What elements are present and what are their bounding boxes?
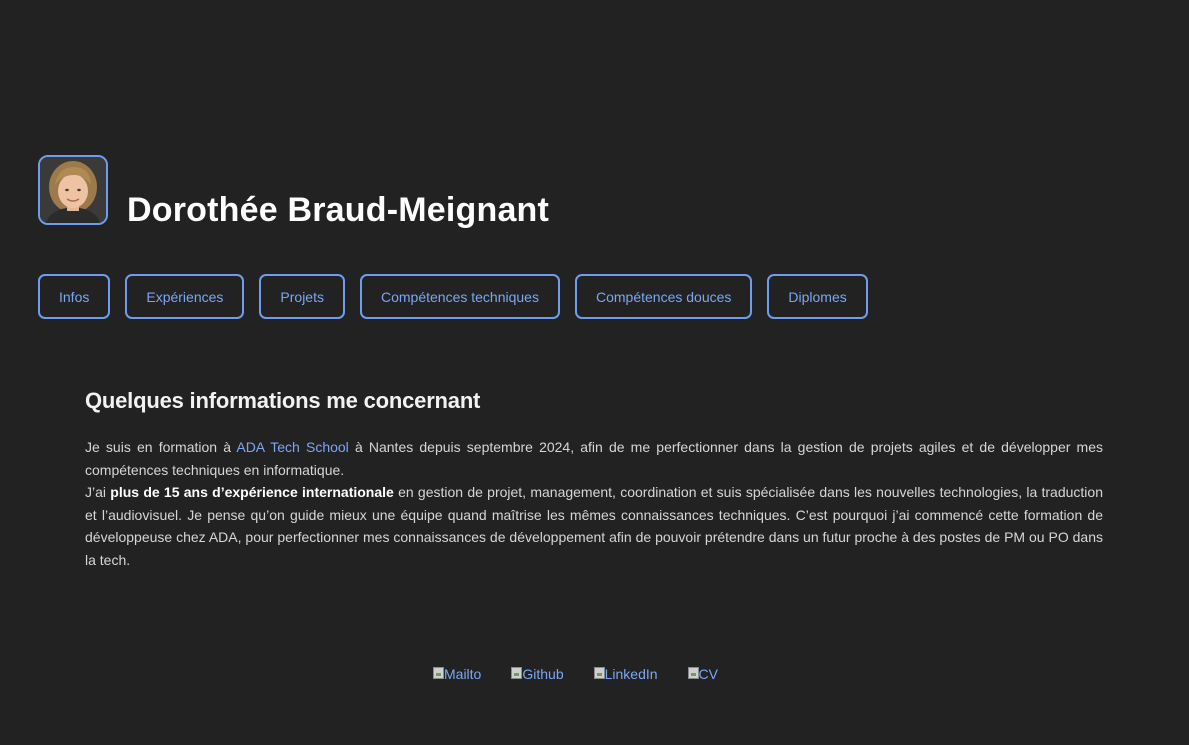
about-text: J’ai (85, 484, 111, 501)
nav-button-infos[interactable]: Infos (38, 274, 111, 319)
section-nav: Infos Expériences Projets Compétences te… (38, 274, 868, 319)
mailto-alt-text: Mailto (444, 666, 482, 682)
avatar (38, 155, 108, 225)
nav-button-competences-techniques[interactable]: Compétences techniques (359, 274, 560, 319)
contact-links: Mailto Github LinkedIn CV (433, 666, 718, 682)
section-title: Quelques informations me concernant (85, 388, 481, 413)
github-link[interactable]: Github (511, 666, 564, 682)
github-alt-text: Github (522, 666, 564, 682)
broken-image-icon (433, 667, 444, 679)
cv-link[interactable]: CV (687, 666, 718, 682)
ada-tech-school-link[interactable]: ADA Tech School (236, 439, 348, 455)
profile-photo (40, 157, 106, 223)
nav-button-experiences[interactable]: Expériences (125, 274, 245, 319)
broken-image-icon (511, 667, 523, 679)
nav-button-projets[interactable]: Projets (259, 274, 345, 319)
about-paragraph-2: J’ai plus de 15 ans d’expérience interna… (85, 481, 1103, 571)
about-paragraph-1: Je suis en formation à ADA Tech School à… (85, 436, 1103, 481)
broken-image-icon (593, 667, 605, 679)
page-title: Dorothée Braud-Meignant (127, 191, 550, 229)
experience-highlight: plus de 15 ans d’expérience internationa… (110, 484, 394, 501)
about-text: Je suis en formation à (85, 439, 237, 455)
about-section: Quelques informations me concernant Je s… (85, 388, 1103, 572)
mailto-link[interactable]: Mailto (433, 666, 481, 682)
profile-header: Dorothée Braud-Meignant (38, 155, 738, 235)
nav-button-diplomes[interactable]: Diplomes (767, 274, 868, 319)
linkedin-alt-text: LinkedIn (604, 666, 658, 682)
portfolio-page: Dorothée Braud-Meignant Infos Expérience… (0, 0, 1189, 745)
cv-alt-text: CV (698, 666, 718, 682)
broken-image-icon (687, 667, 699, 679)
nav-button-competences-douces[interactable]: Compétences douces (574, 274, 753, 319)
linkedin-link[interactable]: LinkedIn (593, 666, 658, 682)
